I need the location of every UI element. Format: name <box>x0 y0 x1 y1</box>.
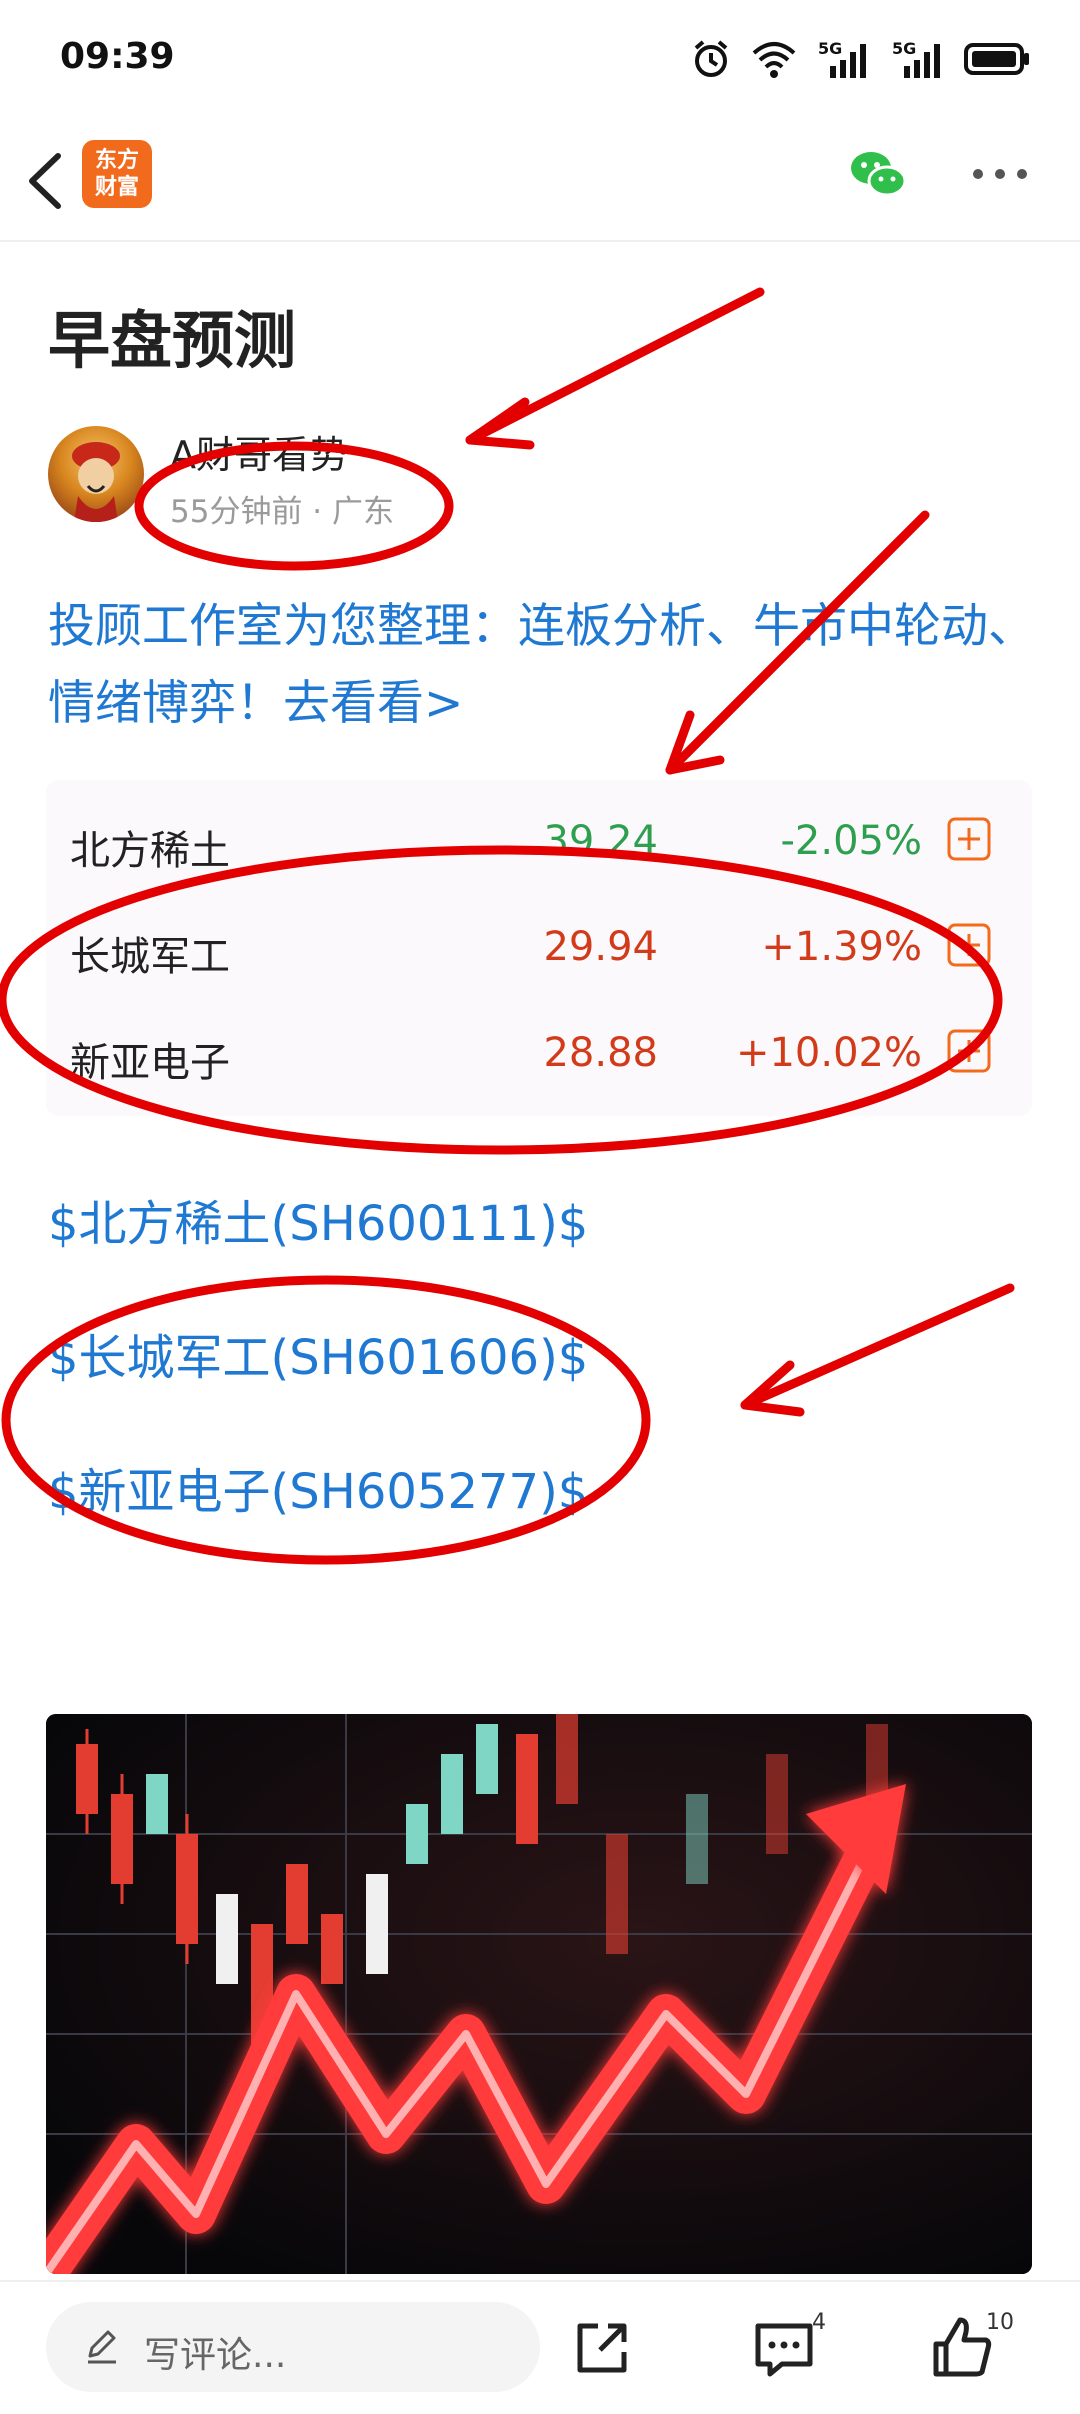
wifi-icon <box>752 42 796 78</box>
stock-name: 长城军工 <box>70 934 230 980</box>
nav-bar <box>0 120 1080 242</box>
share-icon[interactable] <box>570 2316 634 2380</box>
signal-5g-icon: 5G <box>818 39 866 78</box>
svg-text:5G: 5G <box>818 39 842 58</box>
stock-tag-link[interactable]: $新亚电子(SH605277)$ <box>48 1452 588 1522</box>
stock-quote-card: 北方稀土 39.24 -2.05% 长城军工 29.94 +1.39% 新亚电子… <box>46 780 1032 1116</box>
author-name[interactable]: A财哥看势 <box>170 424 348 479</box>
stock-row[interactable]: 北方稀土 39.24 -2.05% <box>46 790 1032 890</box>
stock-chart-illustration <box>46 1714 1032 2274</box>
bottom-action-bar: 写评论... 4 10 <box>0 2280 1080 2414</box>
stock-price: 39.24 <box>543 818 658 864</box>
comment-placeholder: 写评论... <box>144 2335 287 2376</box>
signal-5g-icon-2: 5G <box>892 39 940 78</box>
add-watchlist-icon[interactable] <box>946 816 992 862</box>
avatar-image <box>72 442 120 522</box>
annotation-arrowhead <box>740 1360 805 1417</box>
battery-icon <box>964 43 1029 75</box>
comment-input[interactable]: 写评论... <box>46 2302 540 2392</box>
wechat-share-icon[interactable] <box>848 148 908 200</box>
like-count: 10 <box>986 2310 1014 2335</box>
annotation-arrow <box>465 287 765 445</box>
promo-link[interactable]: 投顾工作室为您整理：连板分析、牛市中轮动、情绪博弈！去看看> <box>48 588 1038 742</box>
more-options-icon[interactable] <box>970 160 1030 188</box>
like-icon[interactable] <box>930 2314 994 2380</box>
alarm-icon <box>694 40 728 77</box>
svg-text:5G: 5G <box>892 39 916 58</box>
stock-tag-link[interactable]: $长城军工(SH601606)$ <box>48 1318 588 1388</box>
back-icon[interactable] <box>18 146 78 216</box>
comments-icon[interactable] <box>752 2318 816 2382</box>
stock-change: +10.02% <box>735 1030 922 1076</box>
add-watchlist-icon[interactable] <box>946 922 992 968</box>
app-logo: 东方 财富 <box>82 140 152 208</box>
logo-line-1: 东方 <box>94 148 139 173</box>
stock-change: +1.39% <box>761 924 922 970</box>
comment-count: 4 <box>812 2310 826 2335</box>
stock-name: 北方稀土 <box>70 828 230 874</box>
stock-name: 新亚电子 <box>70 1040 230 1086</box>
stock-price: 29.94 <box>543 924 658 970</box>
add-watchlist-icon[interactable] <box>946 1028 992 1074</box>
annotation-arrow <box>740 1283 1015 1410</box>
stock-row[interactable]: 新亚电子 28.88 +10.02% <box>46 1002 1032 1102</box>
stock-price: 28.88 <box>543 1030 658 1076</box>
status-icons: 5G 5G <box>690 38 1030 80</box>
pen-icon <box>88 2330 116 2364</box>
article-image[interactable] <box>46 1714 1032 2274</box>
stock-tag-link[interactable]: $北方稀土(SH600111)$ <box>48 1184 588 1254</box>
status-time: 09:39 <box>60 36 175 77</box>
logo-line-2: 财富 <box>94 175 139 200</box>
author-avatar[interactable] <box>48 426 144 522</box>
article-title: 早盘预测 <box>48 304 297 377</box>
stock-row[interactable]: 长城军工 29.94 +1.39% <box>46 896 1032 996</box>
stock-change: -2.05% <box>780 818 922 864</box>
post-meta: 55分钟前 · 广东 <box>170 494 395 530</box>
annotation-arrowhead <box>465 397 535 450</box>
status-bar: 09:39 5G 5G <box>0 0 1080 120</box>
